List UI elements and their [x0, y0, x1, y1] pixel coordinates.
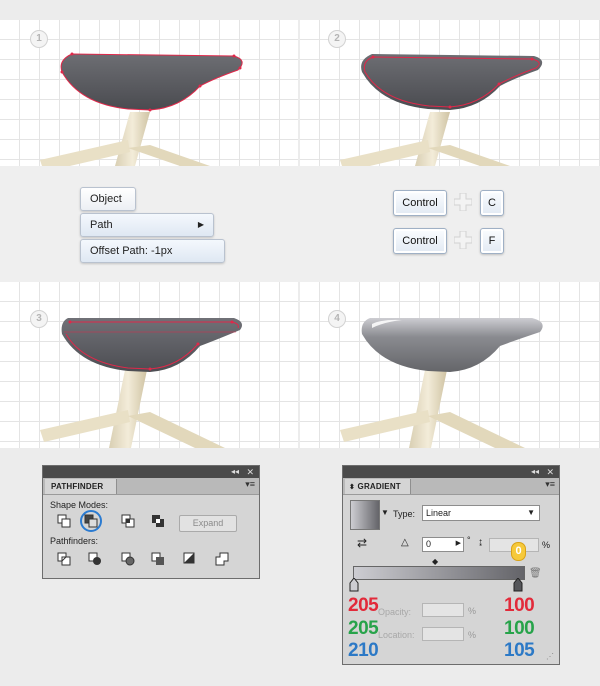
seat-illustration [40, 318, 242, 448]
step-number-1: 1 [30, 30, 48, 48]
submenu-arrow-icon: ▶ [197, 220, 204, 229]
tab-gradient-label: GRADIENT [357, 482, 401, 491]
location-label: Location: [378, 630, 415, 640]
step-4-canvas [300, 282, 600, 448]
angle-icon: △ [401, 537, 409, 548]
seat-illustration [340, 318, 543, 448]
resize-grip-icon[interactable]: ⋰ [546, 652, 554, 661]
trash-icon[interactable]: 🗑 [529, 568, 542, 579]
right-stop-red: 100 [504, 595, 535, 616]
tab-gradient[interactable]: ⬍ GRADIENT [345, 479, 411, 494]
angle-value: 0 [426, 539, 432, 549]
gradient-slider[interactable] [353, 566, 525, 580]
shape-modes-label: Shape Modes: [50, 500, 109, 510]
highlight-badge: 0 [511, 542, 526, 561]
exclude-icon[interactable] [151, 514, 165, 528]
left-stop-green: 205 [348, 618, 379, 639]
plus-icon [453, 230, 473, 254]
opacity-percent: % [468, 606, 477, 616]
outline-icon[interactable] [183, 552, 197, 566]
panel-menu-icon[interactable]: ▾≡ [545, 479, 555, 490]
degree-symbol: ° [467, 535, 471, 545]
merge-icon[interactable] [121, 552, 135, 566]
collapse-icon[interactable]: ◂◂ [231, 466, 239, 478]
aspect-ratio-icon: ↨ [478, 537, 483, 548]
angle-stepper-icon: ▶ [455, 540, 461, 547]
right-stop-blue: 105 [504, 640, 535, 661]
menu-offset-path[interactable]: Offset Path: -1px [80, 239, 225, 263]
gradient-preview-swatch[interactable] [350, 500, 380, 530]
plus-icon [453, 192, 473, 216]
key-control-2: Control [393, 228, 447, 254]
menu-path[interactable]: Path ▶ [80, 213, 214, 237]
panel-titlebar: ◂◂ ✕ [43, 466, 259, 478]
panel-titlebar: ◂◂ ✕ [343, 466, 559, 478]
swatch-dropdown-icon[interactable]: ▼ [381, 508, 389, 517]
type-label: Type: [393, 509, 416, 519]
step-number-3: 3 [30, 310, 48, 328]
close-icon[interactable]: ✕ [546, 466, 554, 478]
left-stop-red: 205 [348, 595, 379, 616]
reverse-gradient-icon[interactable]: ⇄ [357, 536, 367, 550]
pathfinders-label: Pathfinders: [50, 536, 99, 546]
location-percent: % [468, 630, 477, 640]
location-input [422, 627, 464, 641]
expand-label: Expand [192, 518, 224, 528]
key-f: F [480, 228, 504, 254]
pathfinder-panel: ◂◂ ✕ PATHFINDER ▾≡ Shape Modes: Expand P… [42, 465, 260, 579]
midpoint-diamond-icon[interactable]: ◆ [432, 557, 438, 566]
tab-pathfinder-label: PATHFINDER [51, 482, 104, 491]
opacity-input [422, 603, 464, 617]
menu-path-label: Path [90, 219, 113, 231]
panel-menu-icon[interactable]: ▾≡ [245, 479, 255, 490]
key-c: C [480, 190, 504, 216]
highlight-badge-value: 0 [515, 545, 522, 557]
opacity-label: Opacity: [378, 607, 412, 617]
trim-icon[interactable] [88, 552, 102, 566]
menu-object[interactable]: Object [80, 187, 136, 211]
unite-icon[interactable] [57, 514, 71, 528]
step-number-4: 4 [328, 310, 346, 328]
right-stop-green: 100 [504, 618, 535, 639]
close-icon[interactable]: ✕ [246, 466, 254, 478]
expand-button[interactable]: Expand [179, 515, 237, 532]
tab-pathfinder[interactable]: PATHFINDER [45, 479, 117, 494]
type-select[interactable]: Linear ▼ [422, 505, 540, 521]
divide-icon[interactable] [57, 552, 71, 566]
step-3-canvas [0, 282, 298, 448]
left-color-stop[interactable] [349, 578, 359, 592]
minus-front-icon[interactable] [84, 514, 98, 528]
chevron-down-icon: ▼ [527, 508, 535, 517]
crop-icon[interactable] [151, 552, 165, 566]
left-stop-blue: 210 [348, 640, 379, 661]
tab-arrows-icon: ⬍ [349, 484, 356, 491]
key-control-1: Control [393, 190, 447, 216]
gradient-panel: ◂◂ ✕ ⬍ GRADIENT ▾≡ ▼ Type: Linear ▼ ⇄ △ … [342, 465, 560, 665]
minus-back-icon[interactable] [215, 552, 229, 566]
intersect-icon[interactable] [121, 514, 135, 528]
step-number-2: 2 [328, 30, 346, 48]
collapse-icon[interactable]: ◂◂ [531, 466, 539, 478]
right-color-stop[interactable] [513, 578, 523, 592]
angle-input[interactable]: 0 ▶ [422, 537, 464, 552]
type-select-value: Linear [426, 508, 452, 518]
percent-symbol: % [542, 540, 551, 550]
